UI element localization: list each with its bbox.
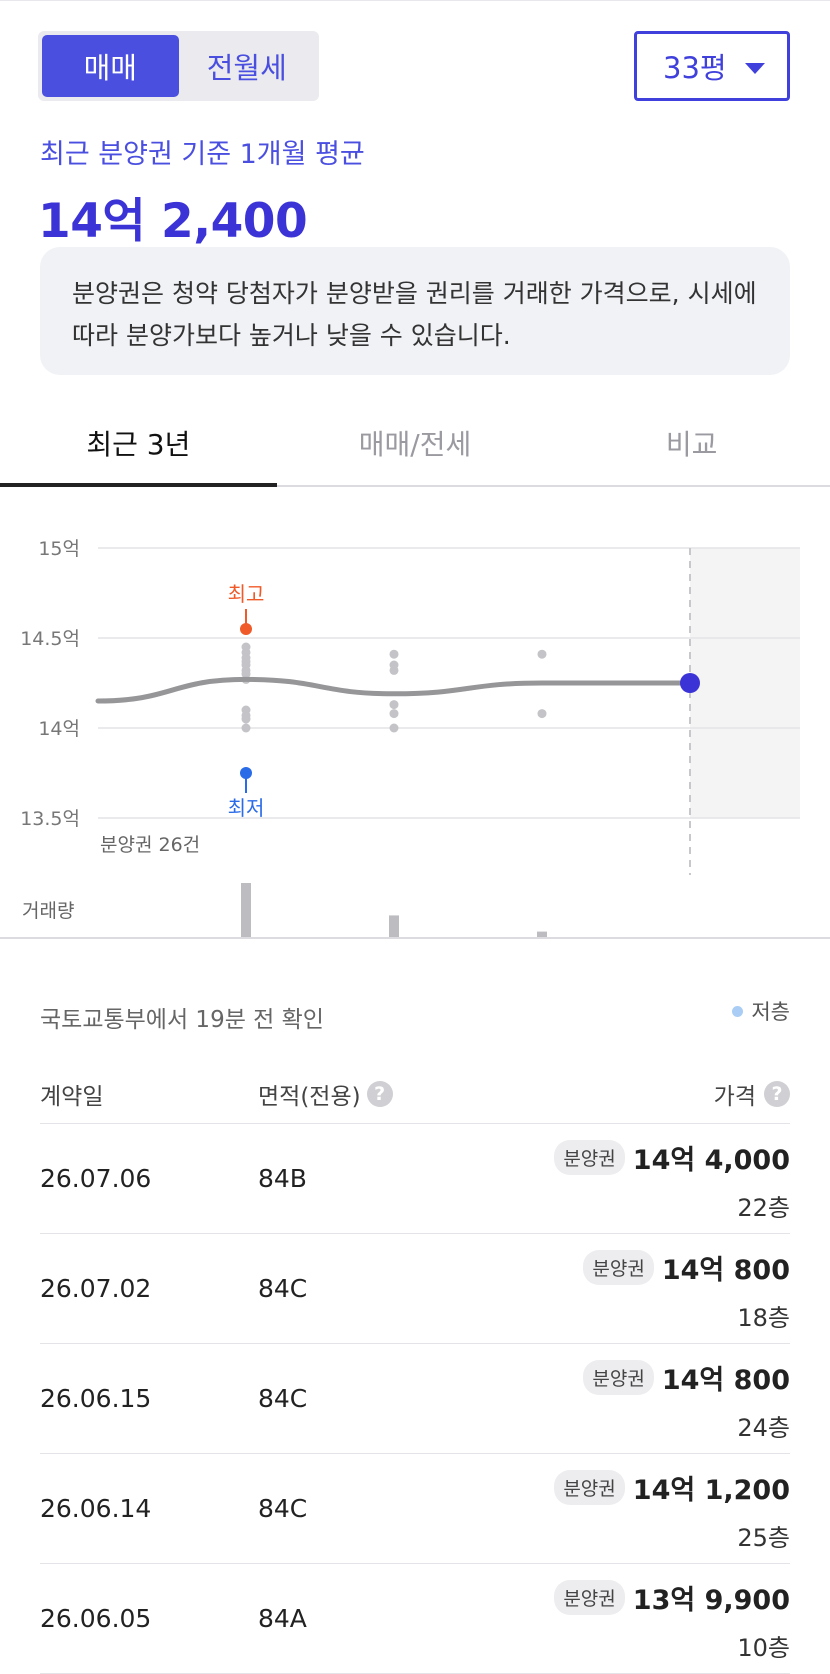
y-tick-label: 13.5억: [20, 808, 80, 830]
transaction-count-label: 분양권 26건: [100, 834, 200, 856]
row-date: 26.07.06: [40, 1164, 152, 1193]
transaction-dot: [537, 709, 547, 719]
row-floor: 22층: [737, 1194, 790, 1222]
presale-badge: 분양권: [583, 1360, 654, 1395]
price-help-icon[interactable]: ?: [764, 1081, 790, 1107]
current-price-marker: [680, 673, 700, 693]
row-floor: 25층: [737, 1524, 790, 1552]
row-date: 26.07.02: [40, 1274, 152, 1303]
header-area: 면적(전용) ?: [258, 1077, 393, 1111]
row-area: 84A: [258, 1604, 307, 1633]
row-price: 분양권 14억 4,000: [554, 1138, 790, 1177]
low-marker: [240, 767, 252, 779]
transaction-dot: [389, 723, 399, 733]
row-area: 84C: [258, 1274, 308, 1303]
row-amount: 14억 800: [661, 1255, 790, 1286]
transaction-dot: [537, 649, 547, 659]
row-floor: 18층: [737, 1304, 790, 1332]
header-price: 가격 ?: [714, 1077, 790, 1111]
data-source-text: 국토교통부에서 19분 전 확인: [40, 1007, 324, 1033]
presale-notice: 분양권은 청약 당첨자가 분양받을 권리를 거래한 가격으로, 시세에 따라 분…: [40, 247, 790, 375]
y-tick-label: 15억: [38, 538, 80, 560]
caret-down-icon: [745, 63, 765, 74]
transaction-list: 26.07.06 84B 분양권 14억 4,000 22층 26.07.02 …: [40, 1124, 790, 1674]
top-divider: [0, 0, 830, 1]
y-tick-label: 14.5억: [20, 628, 80, 650]
header-price-label: 가격: [713, 1084, 756, 1110]
presale-badge: 분양권: [554, 1140, 625, 1175]
transaction-dot: [241, 723, 251, 733]
row-area: 84B: [258, 1164, 307, 1193]
tab-compare[interactable]: 비교: [553, 400, 830, 485]
row-date: 26.06.14: [40, 1494, 152, 1523]
volume-bar: [389, 915, 399, 937]
high-marker-label: 최고: [228, 582, 265, 606]
table-header: 계약일 면적(전용) ? 가격 ?: [40, 1060, 790, 1124]
row-floor: 10층: [737, 1634, 790, 1662]
table-row[interactable]: 26.07.02 84C 분양권 14억 800 18층: [40, 1234, 790, 1344]
price-chart[interactable]: 15억 14.5억 14억 13.5억 최고최저분양권 26건거래량: [0, 500, 830, 940]
row-price: 분양권 13억 9,900: [554, 1578, 790, 1617]
future-shade: [690, 548, 800, 818]
transaction-dot: [389, 700, 399, 710]
transaction-dot: [389, 665, 399, 675]
area-help-icon[interactable]: ?: [366, 1081, 393, 1107]
row-price: 분양권 14억 800: [583, 1248, 790, 1287]
table-row[interactable]: 26.06.15 84C 분양권 14억 800 24층: [40, 1344, 790, 1454]
row-date: 26.06.15: [40, 1384, 152, 1413]
row-amount: 14억 1,200: [632, 1475, 790, 1506]
table-row[interactable]: 26.06.05 84A 분양권 13억 9,900 10층: [40, 1564, 790, 1674]
y-tick-label: 14억: [38, 718, 80, 740]
sale-toggle-button[interactable]: 매매: [42, 35, 179, 97]
presale-badge: 분양권: [583, 1250, 654, 1285]
header-contract-date: 계약일: [40, 1084, 104, 1110]
transaction-dot: [241, 714, 251, 724]
chart-divider: [0, 937, 830, 939]
period-tabs: 최근 3년 매매/전세 비교: [0, 400, 830, 487]
high-marker: [240, 623, 252, 635]
trend-line: [95, 676, 693, 704]
row-price: 분양권 14억 800: [583, 1358, 790, 1397]
price-chart-canvas: 15억 14.5억 14억 13.5억 최고최저분양권 26건거래량: [20, 538, 800, 937]
row-price: 분양권 14억 1,200: [554, 1468, 790, 1507]
row-amount: 14억 4,000: [632, 1145, 790, 1176]
header-area-label: 면적(전용): [258, 1084, 361, 1110]
trade-type-toggle: 매매 전월세: [38, 31, 319, 101]
transaction-dot: [389, 649, 399, 659]
volume-label: 거래량: [22, 900, 74, 922]
presale-badge: 분양권: [554, 1580, 625, 1615]
average-price-label: 최근 분양권 기준 1개월 평균: [40, 139, 365, 170]
floor-legend-label: 저층: [751, 1000, 790, 1024]
presale-notice-text: 분양권은 청약 당첨자가 분양받을 권리를 거래한 가격으로, 시세에 따라 분…: [72, 279, 757, 350]
rent-toggle-button[interactable]: 전월세: [179, 35, 316, 97]
average-price-value: 14억 2,400: [38, 194, 308, 249]
low-floor-dot-icon: [732, 1005, 744, 1017]
row-area: 84C: [258, 1384, 308, 1413]
tab-sale-jeonse[interactable]: 매매/전세: [277, 400, 554, 485]
table-row[interactable]: 26.06.14 84C 분양권 14억 1,200 25층: [40, 1454, 790, 1564]
row-amount: 13억 9,900: [632, 1585, 790, 1616]
row-date: 26.06.05: [40, 1604, 152, 1633]
row-floor: 24층: [737, 1414, 790, 1442]
row-area: 84C: [258, 1494, 308, 1523]
volume-bar: [241, 883, 251, 937]
transaction-dot: [389, 709, 399, 719]
presale-badge: 분양권: [554, 1470, 625, 1505]
size-dropdown[interactable]: 33평: [634, 31, 790, 101]
tab-recent-3-years[interactable]: 최근 3년: [0, 400, 277, 487]
size-dropdown-value: 33평: [663, 51, 727, 85]
table-row[interactable]: 26.07.06 84B 분양권 14억 4,000 22층: [40, 1124, 790, 1234]
floor-legend: 저층: [732, 996, 790, 1026]
row-amount: 14억 800: [661, 1365, 790, 1396]
low-marker-label: 최저: [228, 796, 265, 820]
